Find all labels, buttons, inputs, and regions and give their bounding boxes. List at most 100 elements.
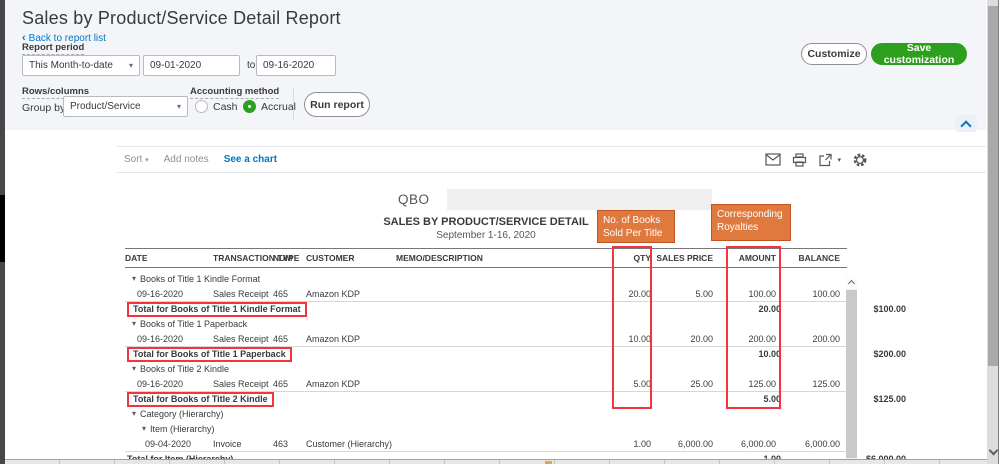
date-from-field[interactable] <box>143 55 240 76</box>
cell-num: 465 <box>273 288 289 299</box>
column-header-qty: QTY <box>633 253 651 263</box>
company-header-row: QBO <box>5 189 986 210</box>
table-scrollbar-thumb[interactable] <box>846 290 857 458</box>
cell-num: 465 <box>273 333 289 344</box>
cell-customer: Amazon KDP <box>306 288 361 299</box>
report-toolbar: Sort ▾ Add notes See a chart ▾ <box>117 146 986 173</box>
cell-num: 465 <box>273 378 289 389</box>
cell-balance: 125.00 <box>812 378 840 389</box>
column-header-transaction-type: TRANSACTION TYPE <box>213 253 300 263</box>
cell-date: 09-04-2020 <box>145 438 192 449</box>
cell-num: 463 <box>273 438 289 449</box>
date-to-field[interactable] <box>256 55 336 76</box>
group-by-value: Product/Service <box>70 101 141 112</box>
group-label: Books of Title 1 Kindle Format <box>140 273 261 284</box>
cell-type: Sales Receipt <box>213 378 269 389</box>
cell-price: 25.00 <box>690 378 713 389</box>
print-icon[interactable] <box>792 152 807 167</box>
report-panel: Sort ▾ Add notes See a chart ▾ QBO SALES… <box>5 130 986 464</box>
report-period-select[interactable]: This Month-to-date ▾ <box>22 55 140 76</box>
cell-customer: Amazon KDP <box>306 378 361 389</box>
window-left-edge <box>0 0 5 464</box>
amount-annotation-callout: Corresponding Royalties <box>711 204 791 241</box>
collapse-triangle-icon[interactable]: ▾ <box>132 319 136 328</box>
window-left-edge-dark <box>0 195 5 262</box>
customize-button[interactable]: Customize <box>801 43 867 65</box>
column-header-sales-price: SALES PRICE <box>656 253 713 263</box>
total-label-highlighted: Total for Books of Title 2 Kindle <box>127 391 274 407</box>
table-body: ▾ Books of Title 1 Kindle Format 09-16-202… <box>125 268 906 464</box>
save-customization-button[interactable]: Save customization <box>871 42 967 66</box>
column-header-memo-description: MEMO/DESCRIPTION <box>396 253 483 263</box>
group-header-row: ▾ Category (Hierarchy) <box>125 406 847 421</box>
cell-customer: Customer (Hierarchy) <box>306 438 393 449</box>
add-notes-button[interactable]: Add notes <box>164 154 209 165</box>
chevron-down-icon: ▾ <box>176 102 181 111</box>
group-by-label: Group by <box>22 102 66 114</box>
transaction-row: 09-16-2020 Sales Receipt 465 Amazon KDP 5.00… <box>125 376 847 391</box>
see-a-chart-link[interactable]: See a chart <box>224 154 277 165</box>
chevron-down-icon: ▾ <box>145 157 149 164</box>
cell-price: 5.00 <box>695 288 713 299</box>
qty-annotation-callout: No. of Books Sold Per Title <box>597 210 675 243</box>
group-header-row: ▾ Item (Hierarchy) <box>125 421 847 436</box>
cell-date: 09-16-2020 <box>137 333 184 344</box>
cell-date: 09-16-2020 <box>137 378 184 389</box>
cell-date: 09-16-2020 <box>137 288 184 299</box>
cell-customer: Amazon KDP <box>306 333 361 344</box>
column-header-customer: CUSTOMER <box>306 253 355 263</box>
cell-balance: 6,000.00 <box>804 438 840 449</box>
cell-qty: 1.00 <box>633 438 651 449</box>
background-window-edge <box>5 459 999 464</box>
group-label: Category (Hierarchy) <box>140 408 224 419</box>
total-label-cell: Total for Books of Title 1 Paperback <box>125 346 526 362</box>
window-scrollbar[interactable] <box>987 0 999 464</box>
export-icon[interactable] <box>818 153 833 167</box>
group-header-row: ▾ Books of Title 1 Paperback <box>125 316 847 331</box>
redacted-company-name <box>447 189 712 210</box>
total-label-highlighted: Total for Books of Title 1 Paperback <box>127 346 292 362</box>
cell-balance: 100.00 <box>812 288 840 299</box>
settings-gear-icon[interactable] <box>852 152 868 168</box>
scroll-up-arrow-icon[interactable] <box>846 276 857 289</box>
column-header-num: NUM <box>273 253 293 263</box>
cell-type: Invoice <box>213 438 242 449</box>
report-period-value: This Month-to-date <box>29 60 113 71</box>
table-scrollbar[interactable] <box>846 276 857 464</box>
column-header-amount: AMOUNT <box>738 253 776 263</box>
cell-qty: 20.00 <box>628 288 651 299</box>
total-label-cell: Total for Books of Title 2 Kindle <box>125 391 526 407</box>
group-label: Books of Title 1 Paperback <box>140 318 248 329</box>
cash-radio[interactable] <box>195 100 208 113</box>
chevron-down-icon: ▾ <box>128 61 133 70</box>
cell-amount: 200.00 <box>748 333 776 344</box>
total-row: Total for Books of Title 1 Paperback 10.0… <box>125 346 906 362</box>
cell-qty: 10.00 <box>628 333 651 344</box>
scroll-down-arrow-icon[interactable] <box>987 444 999 458</box>
collapse-triangle-icon[interactable]: ▾ <box>132 274 136 283</box>
total-row: Total for Books of Title 2 Kindle 5.00 $12… <box>125 391 906 407</box>
report-table: DATE TRANSACTION TYPE NUM CUSTOMER MEMO/DESC… <box>125 248 906 464</box>
collapse-header-chevron-up-icon[interactable] <box>955 115 977 132</box>
collapse-triangle-icon[interactable]: ▾ <box>132 364 136 373</box>
window-scrollbar-thumb[interactable] <box>988 6 998 366</box>
sort-dropdown[interactable]: Sort ▾ <box>124 154 149 165</box>
transaction-row: 09-16-2020 Sales Receipt 465 Amazon KDP 10.0… <box>125 331 847 346</box>
group-by-select[interactable]: Product/Service ▾ <box>63 96 188 117</box>
cell-balance: 200.00 <box>812 333 840 344</box>
table-header-row: DATE TRANSACTION TYPE NUM CUSTOMER MEMO/DESC… <box>125 248 847 268</box>
date-range-to-label: to <box>247 60 256 71</box>
email-icon[interactable] <box>765 153 782 166</box>
chevron-down-icon[interactable]: ▾ <box>837 156 841 164</box>
report-header-panel: Sales by Product/Service Detail Report ‹… <box>5 0 986 130</box>
accrual-radio[interactable] <box>243 100 256 113</box>
run-report-button[interactable]: Run report <box>304 92 370 117</box>
cell-amount: 100.00 <box>748 288 776 299</box>
collapse-triangle-icon[interactable]: ▾ <box>142 424 146 433</box>
cell-price: 6,000.00 <box>677 438 713 449</box>
cash-radio-label: Cash <box>213 101 238 113</box>
collapse-triangle-icon[interactable]: ▾ <box>132 409 136 418</box>
transaction-row: 09-04-2020 Invoice 463 Customer (Hierarchy)… <box>125 436 847 451</box>
total-label-highlighted: Total for Books of Title 1 Kindle Format <box>127 301 307 317</box>
cell-type: Sales Receipt <box>213 288 269 299</box>
